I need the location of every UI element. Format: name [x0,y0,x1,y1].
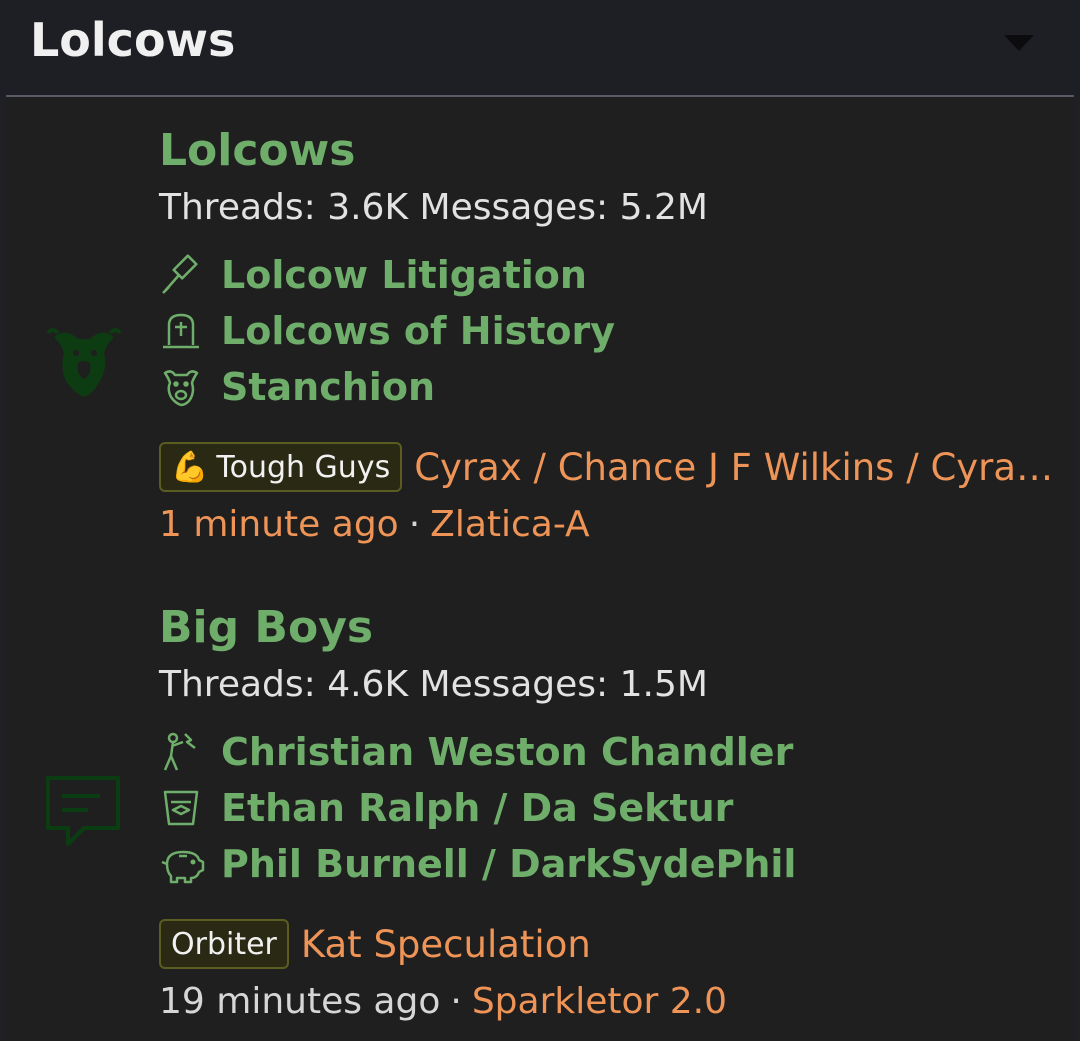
latest-post-time[interactable]: 1 minute ago [159,504,399,545]
subforum-list: Christian Weston Chandler Ethan Ralph / … [159,724,1064,892]
person-lightning-icon [159,728,209,776]
speech-bubble-icon [44,770,124,850]
subforum-label: Stanchion [221,365,435,409]
latest-post: Orbiter Kat Speculation 19 minutes ago · S… [159,916,1064,1030]
piggy-bank-icon [159,840,209,888]
subforum-label: Christian Weston Chandler [221,730,794,774]
subforum-label: Lolcow Litigation [221,253,587,297]
meta-separator: · [408,504,421,545]
node-title[interactable]: Lolcows [159,123,1064,179]
latest-post: 💪 Tough Guys Cyrax / Chance J F Wilkins … [159,439,1064,553]
chevron-down-icon[interactable] [1002,32,1036,54]
cow-head-icon [159,363,209,411]
subforum-item-lolcows-of-history[interactable]: Lolcows of History [159,303,1064,359]
subforum-list: Lolcow Litigation Lolcows of History Sta… [159,247,1064,415]
category-header: Lolcows [0,0,1080,96]
latest-thread-title[interactable]: Kat Speculation [301,923,1064,966]
forum-node-big-boys: Big Boys Threads: 4.6K Messages: 1.5M Ch… [6,600,1074,1030]
latest-post-time[interactable]: 19 minutes ago [159,981,440,1022]
category-body: Lolcows Threads: 3.6K Messages: 5.2M Lol… [6,97,1074,1041]
node-stats: Threads: 4.6K Messages: 1.5M [159,664,708,705]
subforum-item-lolcow-litigation[interactable]: Lolcow Litigation [159,247,1064,303]
cow-head-icon [44,323,124,403]
subforum-item-christian-weston-chandler[interactable]: Christian Weston Chandler [159,724,1064,780]
latest-thread-title[interactable]: Cyrax / Chance J F Wilkins / Cyrax Meist… [414,446,1064,489]
subforum-label: Phil Burnell / DarkSydePhil [221,842,797,886]
thread-prefix-badge[interactable]: 💪 Tough Guys [159,442,403,492]
tombstone-icon [159,307,209,355]
flexed-biceps-icon: 💪 [171,449,209,485]
subforum-item-phil-burnell[interactable]: Phil Burnell / DarkSydePhil [159,836,1064,892]
subforum-label: Lolcows of History [221,309,616,353]
subforum-item-stanchion[interactable]: Stanchion [159,359,1064,415]
latest-post-user[interactable]: Zlatica-A [430,504,590,545]
latest-post-user[interactable]: Sparkletor 2.0 [472,981,727,1022]
subforum-label: Ethan Ralph / Da Sektur [221,786,734,830]
gavel-icon [159,251,209,299]
meta-separator: · [450,981,462,1022]
forum-node-lolcows: Lolcows Threads: 3.6K Messages: 5.2M Lol… [6,123,1074,593]
thread-prefix-badge[interactable]: Orbiter [159,919,289,969]
thread-prefix-label: Orbiter [171,926,277,962]
node-title[interactable]: Big Boys [159,600,1064,656]
thread-prefix-label: Tough Guys [216,449,391,485]
category-title[interactable]: Lolcows [30,12,235,68]
node-stats: Threads: 3.6K Messages: 5.2M [159,187,708,228]
subforum-item-ethan-ralph[interactable]: Ethan Ralph / Da Sektur [159,780,1064,836]
glass-ticket-icon [159,784,209,832]
